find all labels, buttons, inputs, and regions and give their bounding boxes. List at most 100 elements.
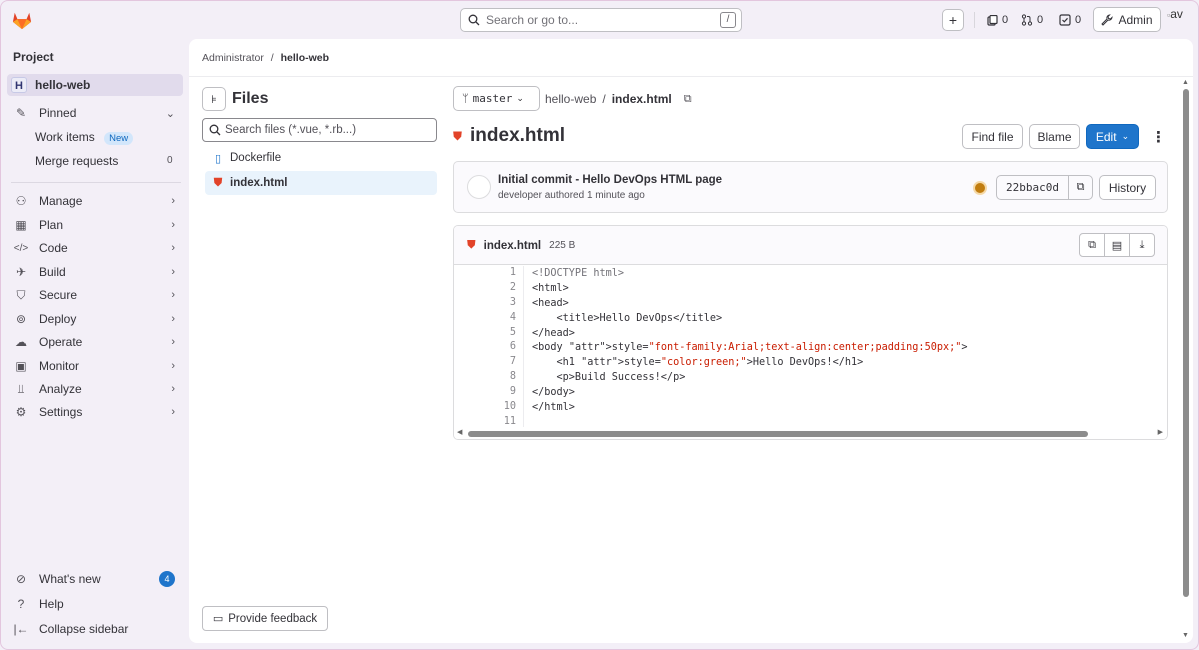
create-new-button[interactable]: + (942, 9, 964, 31)
branch-selector[interactable]: ᛘ master ⌄ (453, 86, 540, 111)
project-name: hello-web (35, 78, 91, 92)
copy-sha-icon[interactable]: ⧉ (1069, 181, 1092, 194)
collapse-label: Collapse sidebar (39, 622, 129, 636)
download-button[interactable]: ⤓ (1129, 233, 1155, 257)
chevron-right-icon: › (171, 313, 175, 325)
sidebar-item-secure[interactable]: ⛉ Secure › (7, 284, 183, 306)
line-number[interactable]: 10 (454, 400, 524, 415)
file-tree-item[interactable]: ▯ Dockerfile (205, 146, 437, 170)
line-number[interactable]: 9 (454, 385, 524, 401)
line-number[interactable]: 6 (454, 340, 524, 356)
sidebar-help[interactable]: ? Help (7, 593, 183, 615)
issues-count: 0 (1002, 14, 1009, 26)
sidebar-item-settings[interactable]: ⚙ Settings › (7, 401, 183, 423)
file-content-panel: ⛊ index.html 225 B ⧉ ▤ ⤓ 1 <!DOCTYPE html… (453, 225, 1168, 440)
search-placeholder: Search or go to... (486, 13, 579, 27)
line-number[interactable]: 1 (454, 266, 524, 281)
help-icon: ? (17, 597, 25, 611)
file-size: 225 B (549, 240, 576, 251)
sidebar-whats-new[interactable]: ⊘ What's new 4 (7, 568, 183, 590)
main-content: Administrator / hello-web ⊧ Files Search… (189, 39, 1193, 643)
sidebar-item-code[interactable]: </> Code › (7, 237, 183, 259)
code-line: 10 </html> (454, 400, 1167, 415)
breadcrumb-parent-link[interactable]: Administrator (202, 52, 264, 64)
sidebar-item-build[interactable]: ✈ Build › (7, 261, 183, 283)
line-number[interactable]: 8 (454, 370, 524, 386)
global-search-input[interactable]: Search or go to... / (460, 8, 742, 32)
sidebar-collapse-button[interactable]: |← Collapse sidebar (7, 618, 183, 640)
copy-contents-button[interactable]: ⧉ (1079, 233, 1105, 257)
sidebar-item-monitor[interactable]: ▣ Monitor › (7, 355, 183, 377)
pipeline-status-icon[interactable] (973, 181, 987, 195)
sidebar-item-label: Code (39, 241, 68, 255)
file-name: index.html (230, 177, 288, 189)
search-icon (209, 124, 221, 136)
issues-icon (987, 14, 998, 26)
more-actions-icon[interactable]: ⋮ (1151, 128, 1166, 146)
copy-icon: ⧉ (1088, 238, 1096, 251)
line-content: </html> (532, 401, 575, 413)
code-line: 8 <p>Build Success!</p> (454, 370, 1167, 386)
vertical-scroll-thumb[interactable] (1183, 89, 1189, 597)
sidebar-item-deploy[interactable]: ⊚ Deploy › (7, 308, 183, 330)
path-root-link[interactable]: hello-web (545, 92, 596, 106)
vertical-scrollbar[interactable]: ▲ ▼ (1182, 79, 1190, 639)
blame-button[interactable]: Blame (1029, 124, 1080, 149)
sidebar-project-link[interactable]: H hello-web (7, 74, 183, 96)
chevron-right-icon: › (171, 383, 175, 395)
line-number[interactable]: 7 (454, 355, 524, 371)
todo-icon (1059, 14, 1071, 26)
sidebar-item-manage[interactable]: ⚇ Manage › (7, 190, 183, 212)
line-content: <title>Hello DevOps</title> (532, 312, 723, 324)
html5-icon: ⛊ (213, 176, 223, 189)
feedback-label: Provide feedback (228, 612, 318, 625)
edit-dropdown-button[interactable]: Edit ⌄ (1086, 124, 1139, 149)
raw-file-icon: ▤ (1111, 239, 1123, 252)
sidebar-item-operate[interactable]: ☁ Operate › (7, 331, 183, 353)
line-number[interactable]: 5 (454, 325, 524, 341)
sidebar-item-merge-requests[interactable]: Merge requests (35, 154, 118, 168)
new-badge: New (104, 132, 134, 145)
chevron-right-icon: › (171, 360, 175, 372)
sidebar-pinned-toggle[interactable]: ✎ Pinned ⌄ (7, 102, 183, 124)
gitlab-logo-icon[interactable] (11, 10, 33, 30)
sidebar-item-work-items[interactable]: Work items New (35, 130, 134, 145)
copy-path-icon[interactable]: ⧉ (684, 93, 692, 106)
horizontal-scrollbar[interactable]: ◀ ▶ (454, 427, 1167, 439)
file-tree-toggle-icon[interactable]: ⊧ (202, 87, 226, 111)
avatar-alt-text: av (1170, 7, 1183, 21)
code-line: 3 <head> (454, 295, 1167, 311)
sidebar-item-plan[interactable]: ▦ Plan › (7, 214, 183, 236)
line-number[interactable]: 2 (454, 280, 524, 296)
commit-message[interactable]: Initial commit - Hello DevOps HTML page (498, 174, 722, 186)
cloud-icon: ☁ (15, 335, 27, 349)
plus-icon: + (948, 12, 958, 28)
issues-counter-button[interactable]: 0 (987, 9, 1008, 31)
provide-feedback-button[interactable]: ▭ Provide feedback (202, 606, 328, 631)
todos-counter-button[interactable]: 0 (1059, 9, 1081, 31)
file-search-input[interactable]: Search files (*.vue, *.rb...) (202, 118, 437, 142)
line-number[interactable]: 4 (454, 310, 524, 326)
scroll-down-arrow-icon[interactable]: ▼ (1182, 632, 1189, 639)
history-button[interactable]: History (1099, 175, 1156, 200)
merge-requests-counter-button[interactable]: 0 (1021, 9, 1043, 31)
sidebar-item-analyze[interactable]: ⫫ Analyze › (7, 378, 183, 400)
find-file-button[interactable]: Find file (962, 124, 1023, 149)
user-avatar-button[interactable]: ▫av (1167, 7, 1183, 21)
file-tree-item-active[interactable]: ⛊ index.html (205, 171, 437, 195)
scroll-right-arrow-icon[interactable]: ▶ (1158, 428, 1163, 436)
line-number[interactable]: 3 (454, 295, 524, 311)
author-avatar[interactable] (467, 175, 491, 199)
commit-sha[interactable]: 22bbac0d (997, 176, 1069, 199)
code-icon: </> (13, 242, 29, 254)
open-raw-button[interactable]: ▤ (1104, 233, 1130, 257)
scroll-up-arrow-icon[interactable]: ▲ (1182, 79, 1189, 86)
admin-area-button[interactable]: Admin (1093, 7, 1161, 32)
sidebar-item-label: Build (39, 265, 66, 279)
breadcrumb-current-link[interactable]: hello-web (281, 52, 329, 64)
scroll-left-arrow-icon[interactable]: ◀ (457, 428, 462, 436)
horizontal-scroll-thumb[interactable] (468, 431, 1088, 437)
code-line: 4 <title>Hello DevOps</title> (454, 310, 1167, 326)
rocket-icon: ✈ (15, 265, 27, 279)
compass-icon: ⊘ (15, 572, 27, 586)
